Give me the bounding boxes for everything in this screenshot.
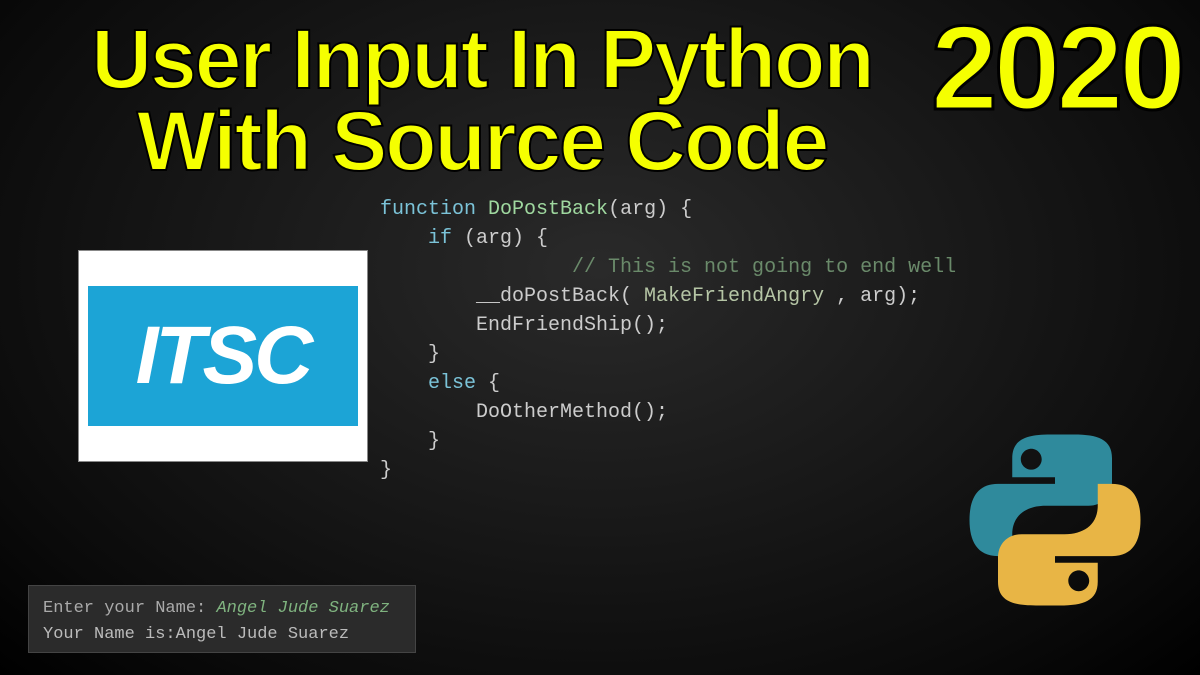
itsc-logo: ITSC [78,250,368,462]
title-line-2: With Source Code [32,100,932,182]
terminal-output: Enter your Name: Angel Jude Suarez Your … [28,585,416,653]
code-fn-name: DoPostBack [488,198,608,221]
code-line3c: , arg); [824,285,920,308]
year-label: 2020 [931,8,1182,128]
terminal-line-1: Enter your Name: Angel Jude Suarez [43,596,401,622]
code-snippet: function DoPostBack(arg) { if (arg) { //… [380,195,956,485]
code-arg: MakeFriendAngry [644,285,824,308]
terminal-line-2: Your Name is:Angel Jude Suarez [43,622,401,648]
itsc-logo-inner: ITSC [88,286,358,426]
terminal-input: Angel Jude Suarez [216,599,389,618]
code-line3a: __doPostBack( [380,285,644,308]
title-line-1: User Input In Python [32,18,932,100]
title-block: User Input In Python With Source Code [32,18,932,183]
python-logo-icon [960,425,1150,615]
code-comment: // This is not going to end well [476,256,956,279]
terminal-prompt: Enter your Name: [43,599,216,618]
itsc-logo-text: ITSC [136,309,311,403]
